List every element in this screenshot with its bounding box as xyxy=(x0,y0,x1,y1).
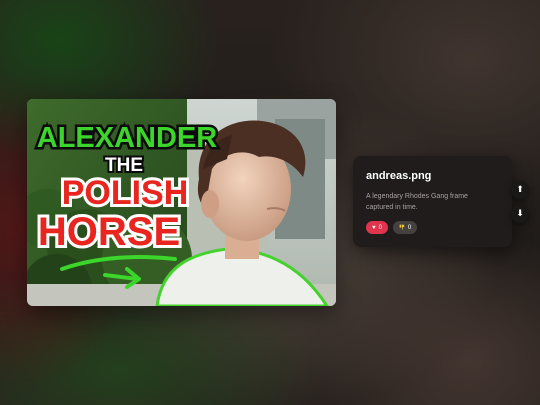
dislike-button[interactable]: 0 xyxy=(392,221,418,234)
scroll-up-button[interactable]: ⬆ xyxy=(511,181,529,199)
dislike-count: 0 xyxy=(407,224,412,231)
arrow-up-icon: ⬆ xyxy=(516,185,524,195)
thumbnail-title-line3: POLISH xyxy=(62,174,189,212)
reactions-bar: ♥ 0 0 xyxy=(366,221,499,234)
image-preview[interactable]: ALEXANDER THE POLISH HORSE xyxy=(27,99,336,306)
file-name: andreas.png xyxy=(366,170,432,182)
arrow-down-icon: ⬇ xyxy=(516,209,524,219)
like-count: 0 xyxy=(378,224,382,231)
like-button[interactable]: ♥ 0 xyxy=(366,221,388,234)
thumbnail-title-line2: THE xyxy=(105,155,143,176)
scroll-down-button[interactable]: ⬇ xyxy=(511,205,529,223)
thumbnail-image: ALEXANDER THE POLISH HORSE xyxy=(27,99,336,306)
image-info-panel: andreas.png A legendary Rhodes Gang fram… xyxy=(353,156,512,247)
thumbs-down-icon xyxy=(399,224,405,232)
heart-icon: ♥ xyxy=(372,224,376,231)
thumbnail-title-line1: ALEXANDER xyxy=(37,122,218,154)
image-description: A legendary Rhodes Gang frame captured i… xyxy=(366,193,468,211)
thumbnail-title-line4: HORSE xyxy=(38,210,180,254)
